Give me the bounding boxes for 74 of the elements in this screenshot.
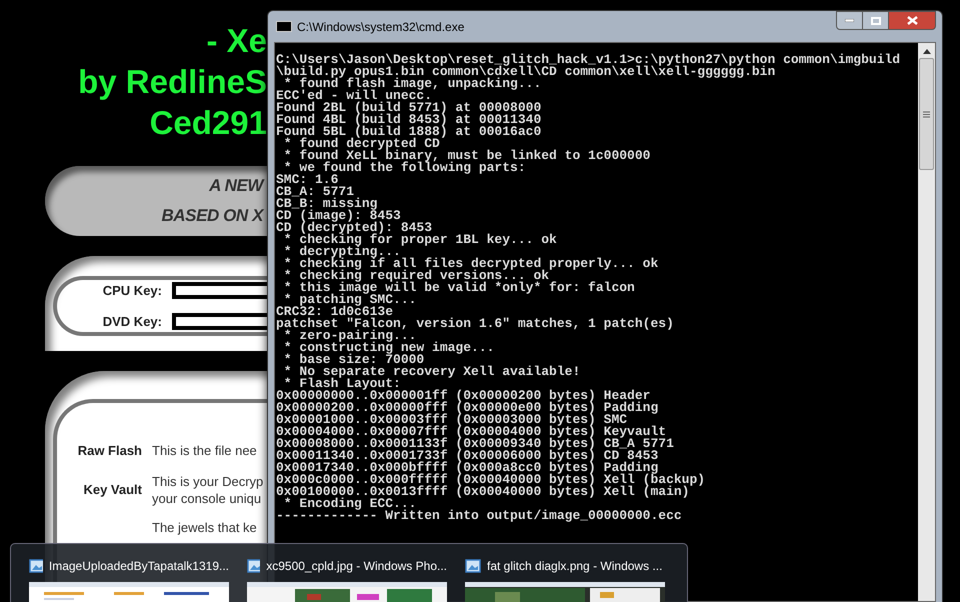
console-line: * checking for proper 1BL key... ok [282, 234, 557, 246]
maximize-button[interactable] [863, 11, 889, 30]
image-file-icon [29, 559, 43, 573]
maximize-icon [870, 16, 880, 24]
console-icon [276, 21, 292, 32]
file-description: The jewels that ke [152, 518, 257, 536]
banner-text: A NEW [209, 175, 263, 197]
console-line: * found XeLL binary, must be linked to 1c000000 [282, 150, 650, 162]
key-label: DVD Key: [102, 313, 162, 331]
window-title: C:\Windows\system32\cmd.exe [297, 18, 464, 36]
minimize-icon [845, 19, 854, 22]
minimize-button[interactable] [836, 11, 863, 30]
console-line: Found 5BL (build 1888) at 00016ac0 [276, 126, 542, 138]
key-label: CPU Key: [102, 282, 162, 300]
console-line: 0x00017340..0x000bffff (0x000a8cc0 bytes) Padding [276, 462, 658, 474]
console-line: 0x000c0000..0x000fffff (0x00040000 bytes) Xell (backup) [276, 474, 706, 486]
page-title: Ced291 [150, 103, 267, 143]
scroll-thumb[interactable] [919, 58, 934, 170]
console-line: Found 4BL (build 8453) at 00011340 [276, 114, 542, 126]
taskbar-preview[interactable]: ImageUploadedByTapatalk1319... [29, 556, 229, 602]
console-line: * found flash image, unpacking... [284, 78, 542, 90]
taskbar-preview[interactable]: xc9500_cpld.jpg - Windows Pho... [247, 556, 447, 602]
console-line: CB_A: 5771 [276, 186, 354, 198]
console-line: * constructing new image... [282, 342, 494, 354]
file-description: This is your Decryp [152, 472, 264, 490]
preview-title: fat glitch diaglx.png - Windows ... [487, 558, 662, 575]
image-file-icon [247, 559, 260, 573]
key-input[interactable] [172, 282, 267, 299]
console-line: * Encoding ECC... [282, 498, 416, 510]
page-title: - Xe [206, 21, 267, 61]
console-line: ECC'ed - will unecc. [276, 90, 432, 102]
console-line: 0x00004000..0x00007fff (0x00004000 bytes) Keyvault [276, 426, 666, 438]
console-line: CB_B: missing [276, 198, 378, 210]
console-line: * found decrypted CD [282, 138, 440, 150]
banner-text: BASED ON X [161, 205, 263, 227]
console-line: \build.py opus1.bin common\cdxell\CD common\xell\xell-gggggg.bin [276, 66, 776, 78]
console-line: Found 2BL (build 5771) at 00008000 [276, 102, 542, 114]
console-line: 0x00000000..0x000001ff (0x00000200 bytes) Header [276, 390, 650, 402]
console-line: SMC: 1.6 [276, 174, 338, 186]
file-description: your console uniqu [152, 490, 262, 506]
console-line: * zero-pairing... [284, 330, 416, 342]
image-file-icon [465, 559, 481, 573]
preview-title: ImageUploadedByTapatalk1319... [48, 558, 229, 575]
console-line: * No separate recovery Xell available! [282, 366, 580, 378]
preview-title: xc9500_cpld.jpg - Windows Pho... [266, 558, 447, 575]
close-icon [906, 16, 918, 25]
grip-icon [923, 110, 930, 118]
close-button[interactable] [889, 11, 936, 30]
console-line: * checking if all files decrypted properly... ok [282, 258, 658, 270]
console-line: * Flash Layout: [284, 378, 401, 390]
console-line: * base size: 70000 [282, 354, 424, 366]
console-line: * we found the following parts: [284, 162, 526, 174]
file-name: Raw Flash [78, 442, 142, 460]
console-line: 0x00008000..0x0001133f (0x00009340 bytes) CB_A 5771 [276, 438, 674, 450]
console-line: CD (decrypted): 8453 [276, 222, 432, 234]
console-line: 0x00100000..0x0013ffff (0x00040000 bytes) Xell (main) [276, 486, 690, 498]
file-description: This is the file nee [152, 442, 257, 460]
scroll-up-icon [922, 49, 930, 54]
taskbar-preview[interactable]: fat glitch diaglx.png - Windows ... [465, 556, 665, 602]
console-line: 0x00011340..0x0001733f (0x00006000 bytes) CD 8453 [276, 450, 658, 462]
file-name: Key Vault [83, 480, 142, 499]
console-line: * this image will be valid *only* for: falcon [282, 282, 635, 294]
console-line: 0x00001000..0x00003fff (0x00003000 bytes) SMC [276, 414, 628, 426]
console-line: * checking required versions... ok [282, 270, 550, 282]
page-title: by RedlineS [78, 62, 267, 102]
console-line: ------------- Written into output/image_00000000.ecc [276, 510, 682, 522]
key-input[interactable] [172, 313, 267, 330]
console-line: CD (image): 8453 [276, 210, 401, 222]
console-line: CRC32: 1d0c613e [276, 306, 394, 318]
console-line: 0x00000200..0x00000fff (0x00000e00 bytes) Padding [276, 402, 658, 414]
console-line: * decrypting... [282, 246, 401, 258]
console-line: C:\Users\Jason\Desktop\reset_glitch_hack_v1.1>c:\python27\python common\imgbuild [276, 54, 900, 66]
console-line: * patching SMC... [284, 294, 416, 306]
console-line: patchset "Falcon, version 1.6" matches, 1 patch(es) [276, 318, 674, 330]
